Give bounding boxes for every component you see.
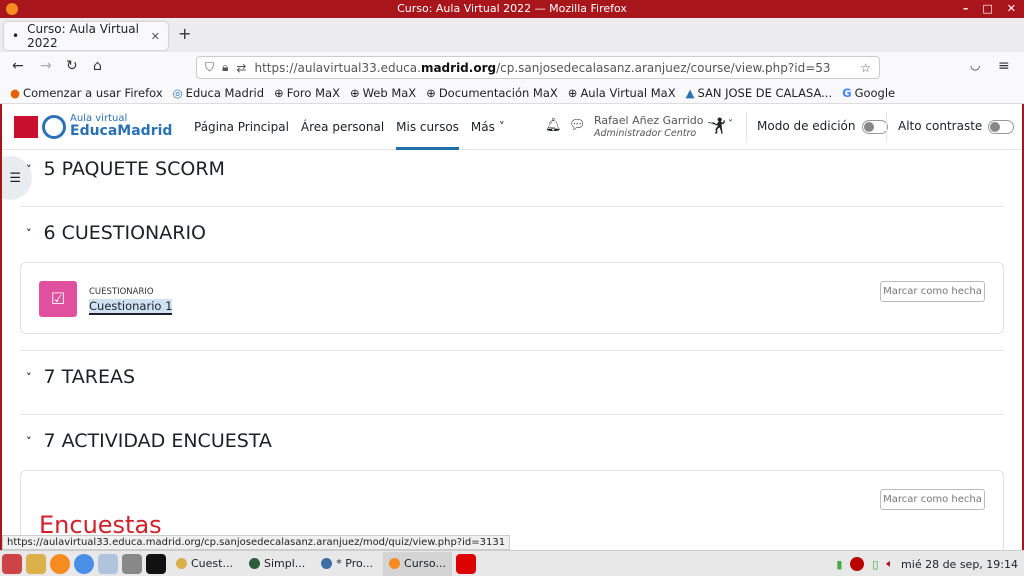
chat-icon[interactable]: 💬︎ [569,118,586,133]
url-text: https://aulavirtual33.educa.madrid.org/c… [254,60,831,75]
chevron-down-icon[interactable]: ˅ [26,227,32,240]
window-title: Curso: Aula Virtual 2022 — Mozilla Firef… [397,2,627,15]
section-header[interactable]: ˅ 7 TAREAS [26,366,135,388]
bookmark-item[interactable]: ⊕ Documentación MaX [426,86,558,100]
task-item[interactable]: * Pro... [315,552,379,576]
bookmark-item[interactable]: ⊕ Foro MaX [274,86,340,100]
logo-title[interactable]: EducaMadrid [70,123,172,139]
main-nav: Página Principal Área personal Mis curso… [194,104,505,150]
taskbar: Cuest... Simpl... * Pro... Curso... ▮ ▯ … [0,550,1024,576]
bookmark-item[interactable]: ● Comenzar a usar Firefox [10,86,163,100]
drive-icon[interactable] [122,553,142,574]
maximize-button[interactable]: □ [982,0,992,18]
status-url: https://aulavirtual33.educa.madrid.org/c… [2,535,511,550]
divider [886,112,887,142]
mark-done-button[interactable]: Marcar como hecha [880,489,985,510]
editor-icon[interactable] [26,553,46,574]
bookmarks-bar: ● Comenzar a usar Firefox ◎ Educa Madrid ⊕… [0,82,1024,104]
firefox-icon [6,3,18,15]
home-button[interactable]: ⌂ [93,58,102,74]
power-icon[interactable] [455,553,476,574]
lock-icon[interactable]: 🔒︎ [222,60,228,75]
app-icon [248,558,260,569]
new-tab-button[interactable]: + [178,24,191,43]
reload-button[interactable]: ↻ [66,58,78,74]
nav-my-courses[interactable]: Mis cursos [396,104,459,150]
section-header[interactable]: ˅ 5 PAQUETE SCORM [26,158,225,180]
bookmark-item[interactable]: ⊕ Web MaX [350,86,416,100]
task-item[interactable]: Simpl... [243,552,311,576]
educamadrid-logo-icon[interactable] [42,115,66,139]
nav-personal-area[interactable]: Área personal [301,104,384,150]
edit-mode-control[interactable]: Modo de edición [757,119,888,134]
quiz-icon: ☑ [39,281,77,317]
bookmark-item[interactable]: ▲ SAN JOSE DE CALASA... [686,86,833,100]
divider [20,414,1004,415]
back-button[interactable]: ← [12,58,24,74]
high-contrast-control[interactable]: Alto contraste [898,119,1015,134]
task-item[interactable]: Curso... [383,551,452,576]
tab-dot-icon: • [12,29,20,43]
files-icon[interactable] [98,553,118,574]
network-icon[interactable]: ▮ [836,558,842,571]
activity-type: CUESTIONARIO [89,287,154,297]
high-contrast-toggle[interactable] [988,119,1015,134]
tab-bar: • Curso: Aula Virtual 2022 ✕ [0,18,1024,52]
volume-icon[interactable]: 🔈︎ [886,557,893,571]
course-content: ☰ ˅ 5 PAQUETE SCORM ˅ 6 CUESTIONARIO ☑ CUE… [2,150,1022,550]
tab-course[interactable]: • Curso: Aula Virtual 2022 ✕ [4,22,168,50]
nav-home[interactable]: Página Principal [194,104,289,150]
firefox-icon [389,558,401,569]
window-titlebar: Curso: Aula Virtual 2022 — Mozilla Firef… [0,0,1024,18]
section-header[interactable]: ˅ 7 ACTIVIDAD ENCUESTA [26,430,272,452]
url-bar[interactable]: ⛉ 🔒︎ ⇄ https://aulavirtual33.educa.madrid.… [196,56,880,79]
activity-card: ☑ CUESTIONARIO Cuestionario 1 Marcar com… [20,262,1004,334]
system-tray: ▮ ▯ 🔈︎ mié 28 de sep, 19:14 [836,551,1018,577]
edit-mode-toggle[interactable] [861,119,888,134]
record-icon[interactable] [850,557,865,571]
task-item[interactable]: Cuest... [170,552,239,576]
section-header[interactable]: ˅ 6 CUESTIONARIO [26,222,206,244]
close-tab-icon[interactable]: ✕ [151,30,160,43]
user-name: Rafael Añez Garrido [594,114,704,127]
shield-icon[interactable]: ⛉ [205,60,214,75]
bookmark-item[interactable]: G Google [842,86,895,100]
app-launcher-icon[interactable] [2,553,22,574]
close-window-button[interactable]: ✕ [1007,0,1016,18]
bookmark-star-icon[interactable]: ☆ [860,61,871,75]
forward-button[interactable]: → [40,58,52,74]
terminal-icon[interactable] [146,553,166,574]
permissions-icon[interactable]: ⇄ [236,61,246,75]
chromium-icon[interactable] [74,553,94,574]
firefox-icon[interactable] [50,553,70,574]
divider [20,206,1004,207]
app-icon [321,558,333,569]
bell-icon[interactable]: 🔔︎ [545,118,562,133]
battery-icon[interactable]: ▯ [872,558,878,571]
user-menu[interactable]: Rafael Añez Garrido Administrador Centro [594,115,704,140]
folder-icon [176,558,187,569]
chevron-down-icon[interactable]: ˅ [26,163,32,176]
divider [746,112,747,142]
pocket-icon[interactable]: ◡ [970,58,980,72]
avatar[interactable]: 🤺︎ [706,116,726,135]
comunidad-madrid-logo[interactable] [14,116,38,138]
nav-more[interactable]: Más ˅ [471,104,505,150]
chevron-down-icon[interactable]: ˅ [728,119,733,130]
minimize-button[interactable]: – [963,0,969,18]
list-icon: ☰ [9,170,21,186]
menu-icon[interactable]: ≡ [998,58,1010,74]
chevron-down-icon[interactable]: ˅ [26,371,32,384]
tab-label: Curso: Aula Virtual 2022 [27,22,139,50]
mark-done-button[interactable]: Marcar como hecha [880,281,985,302]
chevron-down-icon[interactable]: ˅ [26,435,32,448]
site-header: Aula virtual EducaMadrid Página Principa… [2,104,1022,150]
user-role: Administrador Centro [594,128,697,139]
bookmark-item[interactable]: ⊕ Aula Virtual MaX [568,86,676,100]
divider [20,350,1004,351]
clock[interactable]: mié 28 de sep, 19:14 [901,558,1018,571]
activity-link[interactable]: Cuestionario 1 [89,299,173,315]
bookmark-item[interactable]: ◎ Educa Madrid [173,86,264,100]
